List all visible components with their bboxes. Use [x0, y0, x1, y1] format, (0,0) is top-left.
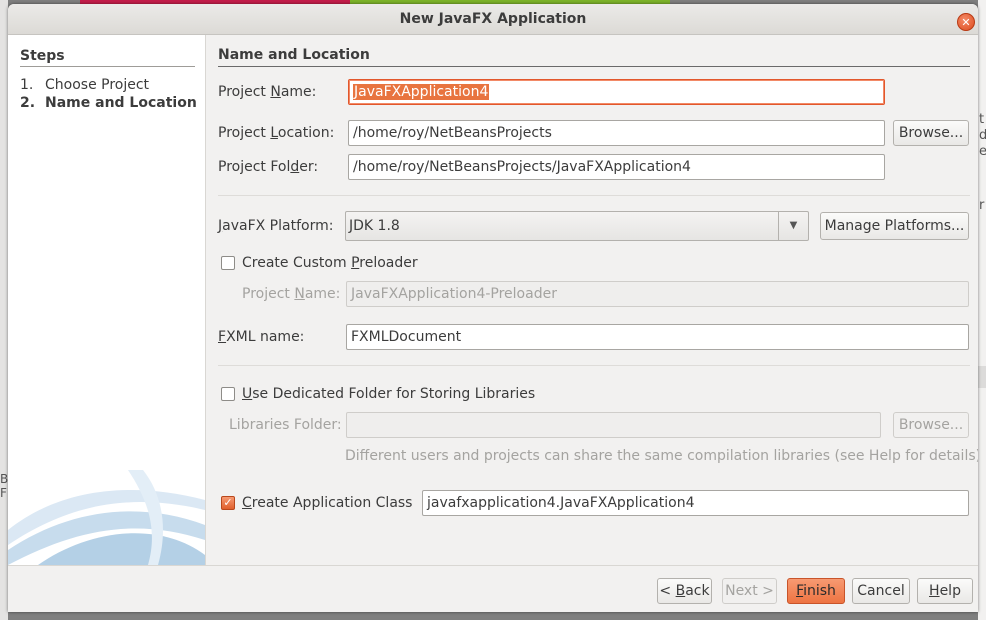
cancel-button[interactable]: Cancel — [852, 578, 910, 604]
fxml-name-input[interactable]: FXMLDocument — [346, 324, 969, 350]
platform-selected-value: JDK 1.8 — [349, 218, 400, 234]
steps-heading: Steps — [20, 48, 65, 64]
dialog-title: New JavaFX Application — [399, 11, 587, 27]
create-app-class-label[interactable]: Create Application Class — [242, 495, 412, 511]
separator — [218, 195, 970, 196]
section-title: Name and Location — [218, 47, 370, 63]
browse-location-button[interactable]: Browse... — [893, 120, 969, 146]
libraries-folder-field — [346, 412, 881, 438]
project-location-label: Project Location: — [218, 125, 335, 141]
title-bar: New JavaFX Application ✕ — [8, 4, 978, 35]
step-name-and-location: 2. Name and Location — [20, 95, 197, 111]
finish-button[interactable]: Finish — [787, 578, 845, 604]
javafx-platform-label: JavaFX Platform: — [218, 218, 334, 234]
create-preloader-checkbox[interactable] — [221, 256, 235, 270]
steps-divider — [20, 66, 195, 67]
footer-divider — [8, 565, 978, 566]
app-class-input[interactable]: javafxapplication4.JavaFXApplication4 — [422, 490, 969, 516]
dedicated-libraries-checkbox[interactable] — [221, 387, 235, 401]
preloader-project-name-field: JavaFXApplication4-Preloader — [346, 281, 969, 307]
javafx-platform-select[interactable]: JDK 1.8 ▼ — [345, 211, 809, 241]
separator — [218, 365, 970, 366]
step-choose-project: 1. Choose Project — [20, 77, 150, 93]
project-folder-field[interactable]: /home/roy/NetBeansProjects/JavaFXApplica… — [348, 154, 885, 180]
preloader-project-name-label: Project Name: — [242, 286, 341, 302]
help-button[interactable]: Help — [917, 578, 973, 604]
dedicated-libraries-label[interactable]: Use Dedicated Folder for Storing Librari… — [242, 386, 535, 402]
project-name-label: Project Name: — [218, 84, 317, 100]
decorative-swoosh — [8, 470, 205, 565]
create-app-class-checkbox[interactable]: ✓ — [221, 496, 235, 510]
background-window-right: t d e r — [978, 0, 986, 620]
new-javafx-application-dialog: New JavaFX Application ✕ Steps 1. Choose … — [8, 4, 978, 612]
chevron-down-icon[interactable]: ▼ — [778, 212, 808, 240]
fxml-name-label: FXML name: — [218, 329, 305, 345]
close-icon[interactable]: ✕ — [957, 13, 975, 31]
project-name-input[interactable]: JavaFXApplication4 — [348, 79, 885, 105]
background-window-left: B F — [0, 0, 8, 620]
project-location-input[interactable]: /home/roy/NetBeansProjects — [348, 120, 885, 146]
manage-platforms-button[interactable]: Manage Platforms... — [820, 212, 969, 240]
section-divider — [218, 66, 970, 67]
back-button[interactable]: < Back — [657, 578, 712, 604]
steps-panel: Steps 1. Choose Project 2. Name and Locati… — [8, 35, 206, 565]
browse-libraries-button: Browse... — [893, 412, 969, 438]
libraries-hint-text: Different users and projects can share t… — [345, 448, 978, 464]
next-button: Next > — [722, 578, 777, 604]
project-folder-label: Project Folder: — [218, 159, 319, 175]
libraries-folder-label: Libraries Folder: — [229, 417, 342, 433]
create-preloader-label[interactable]: Create Custom Preloader — [242, 255, 418, 271]
